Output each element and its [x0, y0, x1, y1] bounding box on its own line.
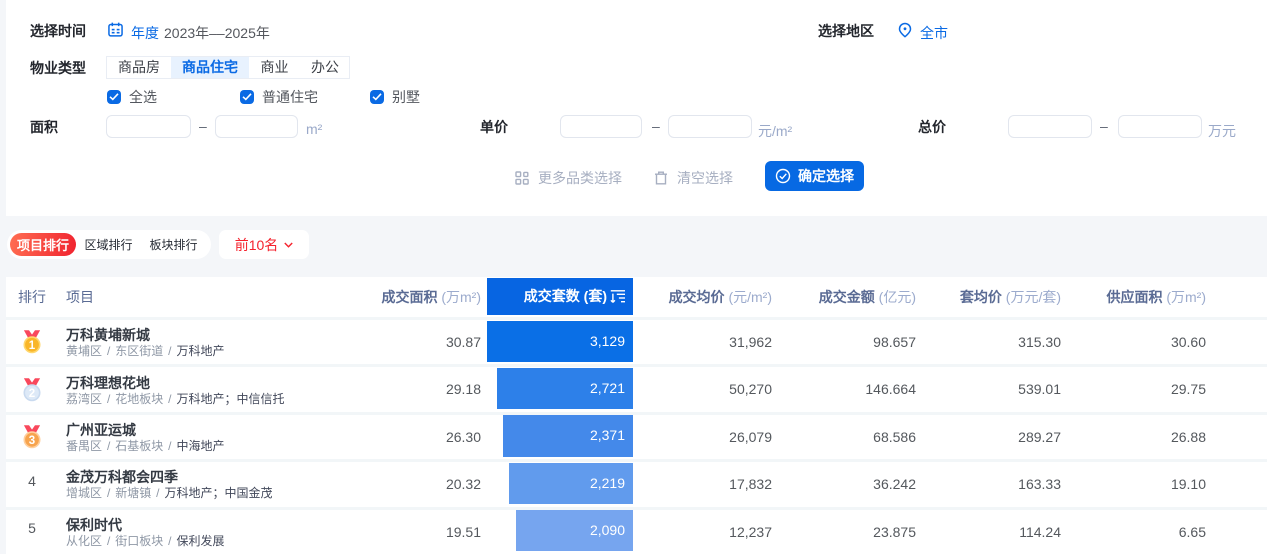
svg-text:1: 1: [29, 340, 36, 352]
svg-text:3: 3: [29, 435, 35, 447]
svg-text:2: 2: [29, 388, 35, 400]
